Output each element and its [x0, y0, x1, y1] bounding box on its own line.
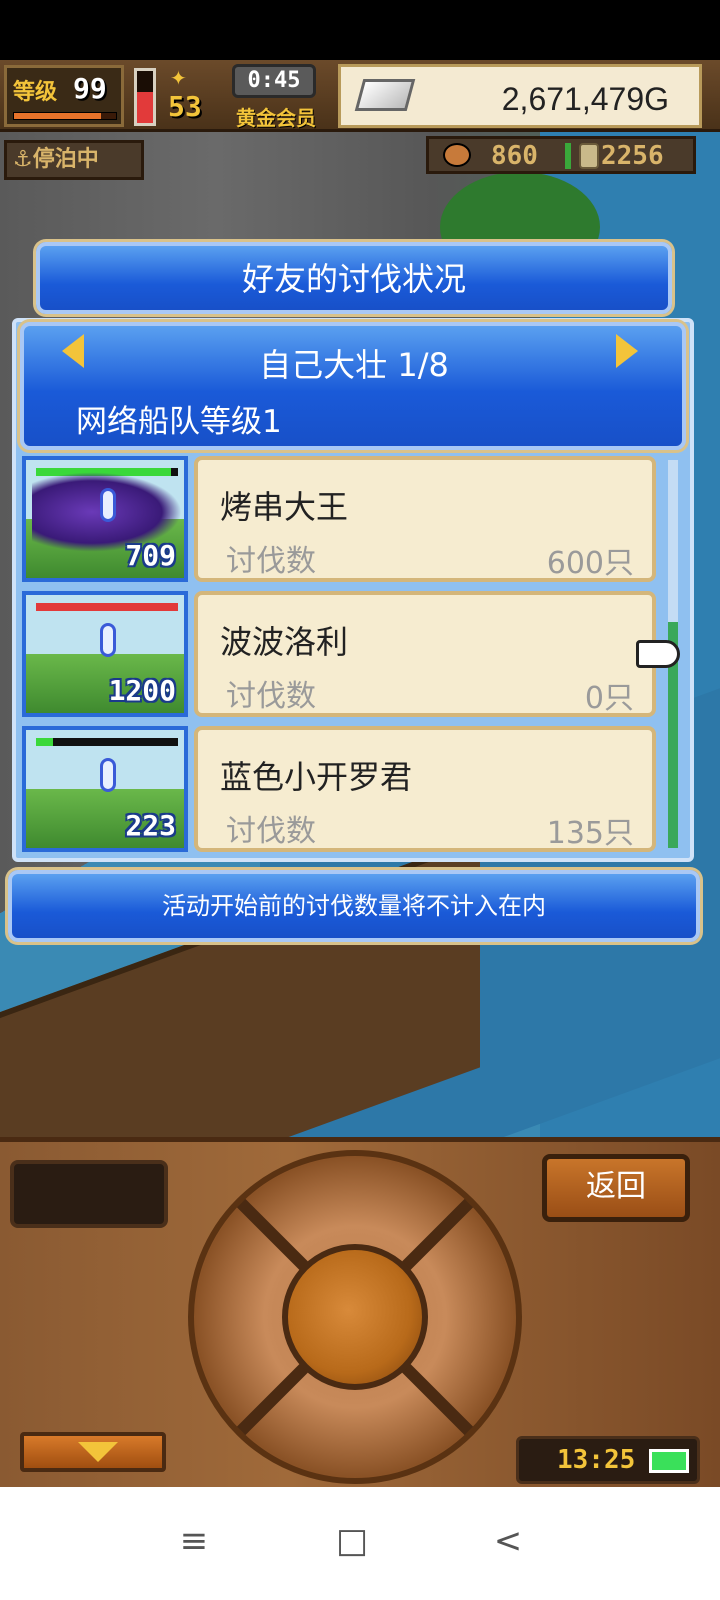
boss-hp-bar: [36, 738, 178, 746]
clock-display: 13:25: [516, 1436, 700, 1484]
system-nav-bar: ≡ □ <: [0, 1487, 720, 1600]
list-item[interactable]: 223 蓝色小开罗君 讨伐数 135只: [22, 726, 658, 852]
top-hud: 等级 99 ✦ 53 0:45 黄金会员 2,671,479G: [0, 60, 720, 132]
kill-count-value: 135只: [546, 816, 634, 851]
home-icon[interactable]: □: [322, 1511, 382, 1571]
money-value: 2,671,479G: [501, 81, 669, 117]
position-marker-icon: [100, 623, 116, 657]
boss-hp-bar: [36, 603, 178, 611]
resource-divider: [565, 143, 571, 169]
kill-count-value: 0只: [584, 681, 634, 716]
boss-hp-value: 1200: [108, 674, 176, 707]
chevron-down-icon: [78, 1442, 118, 1462]
resource-b-value: 2256: [601, 141, 664, 171]
membership-label: 黄金会员: [236, 106, 316, 130]
silver-bar-icon: [354, 79, 416, 111]
boss-info-card: 波波洛利 讨伐数 0只: [194, 591, 656, 717]
friend-name: 自己大壮 1/8: [259, 346, 449, 384]
level-value: 99: [73, 72, 107, 105]
position-marker-icon: [100, 488, 116, 522]
boss-hp-value: 709: [125, 539, 176, 572]
list-item[interactable]: 709 烤串大王 讨伐数 600只: [22, 456, 658, 582]
boss-thumbnail: 1200: [22, 591, 188, 717]
list-item[interactable]: 1200 波波洛利 讨伐数 0只: [22, 591, 658, 717]
dialog-title-bar: 好友的讨伐状况: [36, 242, 672, 314]
medal-icon: [579, 143, 599, 169]
pointing-hand-icon: [636, 640, 680, 668]
meat-icon: [443, 143, 471, 167]
position-marker-icon: [100, 758, 116, 792]
mini-screen: [10, 1160, 168, 1228]
back-button[interactable]: 返回: [542, 1154, 690, 1222]
status-bar: [0, 0, 720, 60]
dpad[interactable]: [188, 1150, 522, 1484]
boss-thumbnail: 709: [22, 456, 188, 582]
fleet-level: 网络船队等级1: [76, 404, 282, 440]
boss-hp-fill: [36, 603, 178, 611]
kill-count-label: 讨伐数: [226, 544, 316, 579]
dpad-center-button[interactable]: [282, 1244, 428, 1390]
level-label: 等级: [13, 80, 58, 105]
boss-hp-value: 223: [125, 809, 176, 842]
battery-icon: [649, 1449, 689, 1473]
kill-count-label: 讨伐数: [226, 814, 316, 849]
dialog-title: 好友的讨伐状况: [241, 260, 466, 298]
anchored-status-label: 停泊中: [32, 147, 99, 172]
event-notice: 活动开始前的讨伐数量将不计入在内: [8, 870, 700, 942]
level-progress-bar: [13, 112, 117, 120]
rank-badge-icon: ✦: [170, 66, 187, 90]
control-console: 返回 13:25: [0, 1137, 720, 1487]
clock-time: 13:25: [557, 1445, 636, 1475]
kill-count-value: 600只: [546, 546, 634, 581]
stamina-gauge: [134, 68, 156, 126]
level-progress-fill: [14, 113, 101, 119]
resource-box: 860 2256: [426, 136, 696, 174]
kill-count-label: 讨伐数: [226, 679, 316, 714]
boss-name: 蓝色小开罗君: [220, 758, 413, 796]
money-box: 2,671,479G: [338, 64, 702, 128]
back-icon[interactable]: <: [478, 1511, 538, 1571]
anchored-status-tag: ⚓停泊中: [4, 140, 144, 180]
timer: 0:45: [232, 64, 316, 98]
resource-a-value: 860: [491, 141, 538, 171]
boss-name: 烤串大王: [220, 488, 349, 526]
rank-value: 53: [168, 90, 202, 123]
level-box: 等级 99: [4, 65, 124, 127]
stamina-fill: [137, 91, 153, 123]
boss-info-card: 烤串大王 讨伐数 600只: [194, 456, 656, 582]
boss-hp-fill: [36, 738, 54, 746]
boss-info-card: 蓝色小开罗君 讨伐数 135只: [194, 726, 656, 852]
boss-name: 波波洛利: [220, 623, 349, 661]
collapse-button[interactable]: [20, 1432, 166, 1472]
boss-thumbnail: 223: [22, 726, 188, 852]
menu-icon[interactable]: ≡: [164, 1511, 224, 1571]
